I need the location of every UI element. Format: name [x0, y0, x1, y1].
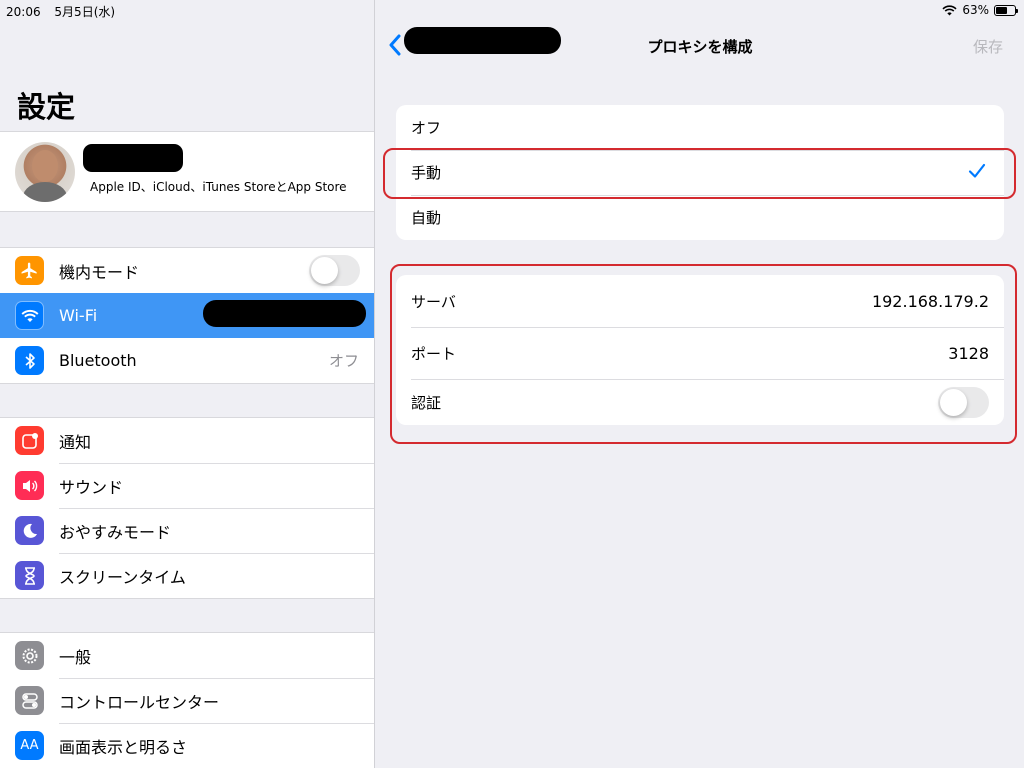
connectivity-group: 機内モード Wi-Fi Bluetooth オフ: [0, 247, 374, 384]
sidebar-item-label: おやすみモード: [59, 522, 172, 542]
proxy-mode-manual[interactable]: 手動: [396, 150, 1004, 195]
authentication-row: 認証: [396, 379, 1004, 425]
moon-icon: [15, 516, 44, 545]
proxy-mode-label: 自動: [411, 209, 442, 227]
sidebar-item-label: Bluetooth: [59, 351, 137, 370]
notifications-icon: [15, 426, 44, 455]
sidebar-item-label: 機内モード: [59, 262, 140, 282]
port-row[interactable]: ポート 3128: [396, 327, 1004, 379]
sidebar-item-display[interactable]: AA 画面表示と明るさ: [0, 723, 374, 768]
sidebar-item-label: Wi-Fi: [59, 306, 98, 325]
sidebar-item-airplane-mode[interactable]: 機内モード: [0, 248, 374, 293]
sidebar-item-bluetooth[interactable]: Bluetooth オフ: [0, 338, 374, 383]
wifi-icon: [15, 301, 44, 330]
redacted-account-name: [83, 144, 183, 172]
gear-icon: [15, 641, 44, 670]
display-icon: AA: [15, 731, 44, 760]
save-button[interactable]: 保存: [973, 36, 1003, 57]
proxy-mode-auto[interactable]: 自動: [396, 195, 1004, 240]
sidebar-item-general[interactable]: 一般: [0, 633, 374, 678]
toggle-knob: [311, 257, 338, 284]
proxy-mode-label: 手動: [411, 164, 442, 182]
sidebar-item-sounds[interactable]: サウンド: [0, 463, 374, 508]
port-label: ポート: [411, 344, 457, 363]
sidebar-item-wifi[interactable]: Wi-Fi: [0, 293, 374, 338]
profile-subtitle: Apple ID、iCloud、iTunes StoreとApp Store: [90, 180, 347, 194]
sidebar-item-label: スクリーンタイム: [59, 567, 186, 587]
port-input[interactable]: 3128: [948, 344, 989, 363]
status-date: 5月5日(水): [54, 5, 116, 19]
battery-level: [996, 6, 1008, 14]
sidebar-item-label: コントロールセンター: [59, 692, 220, 712]
bluetooth-status: オフ: [328, 352, 359, 370]
wifi-status-icon: [942, 4, 957, 15]
hourglass-icon: [15, 561, 44, 590]
proxy-mode-label: オフ: [411, 119, 442, 137]
proxy-settings-list: サーバ 192.168.179.2 ポート 3128 認証: [396, 275, 1004, 425]
proxy-mode-off[interactable]: オフ: [396, 105, 1004, 150]
battery-percent: 63%: [962, 3, 989, 17]
profile-card[interactable]: Apple ID、iCloud、iTunes StoreとApp Store: [0, 131, 374, 212]
sidebar-item-label: 一般: [59, 647, 92, 667]
page-title: プロキシを構成: [647, 38, 753, 56]
proxy-detail-pane: プロキシを構成 保存 オフ 手動 自動 サーバ 192.168.179.2 ポー…: [376, 0, 1024, 768]
sidebar-item-label: サウンド: [59, 477, 124, 497]
authentication-toggle[interactable]: [938, 387, 989, 418]
status-bar: 20:06 5月5日(水) 63%: [0, 0, 1024, 20]
sidebar-item-label: 通知: [59, 432, 92, 452]
sidebar-title: 設定: [17, 90, 76, 124]
sidebar-item-do-not-disturb[interactable]: おやすみモード: [0, 508, 374, 553]
sidebar-item-label: 画面表示と明るさ: [59, 737, 188, 757]
sidebar-item-screen-time[interactable]: スクリーンタイム: [0, 553, 374, 598]
sidebar-item-notifications[interactable]: 通知: [0, 418, 374, 463]
general-group: 一般 コントロールセンター AA 画面表示と明るさ: [0, 632, 374, 768]
toggle-knob: [940, 389, 967, 416]
redacted-network-name: [203, 300, 366, 327]
notifications-group: 通知 サウンド おやすみモード スクリーンタイム: [0, 417, 374, 599]
airplane-icon: [15, 256, 44, 285]
battery-icon: [994, 4, 1018, 16]
airplane-mode-toggle[interactable]: [309, 255, 360, 286]
control-center-icon: [15, 686, 44, 715]
nav-bar: プロキシを構成 保存: [376, 20, 1024, 70]
server-label: サーバ: [411, 292, 456, 311]
avatar: [15, 142, 75, 202]
server-row[interactable]: サーバ 192.168.179.2: [396, 275, 1004, 327]
authentication-label: 認証: [411, 393, 442, 412]
server-input[interactable]: 192.168.179.2: [872, 292, 989, 311]
bluetooth-icon: [15, 346, 44, 375]
sidebar-item-control-center[interactable]: コントロールセンター: [0, 678, 374, 723]
proxy-mode-list: オフ 手動 自動: [396, 105, 1004, 240]
status-time: 20:06: [6, 5, 41, 19]
sound-icon: [15, 471, 44, 500]
checkmark-icon: [968, 163, 986, 178]
settings-sidebar: 設定 Apple ID、iCloud、iTunes StoreとApp Stor…: [0, 0, 375, 768]
